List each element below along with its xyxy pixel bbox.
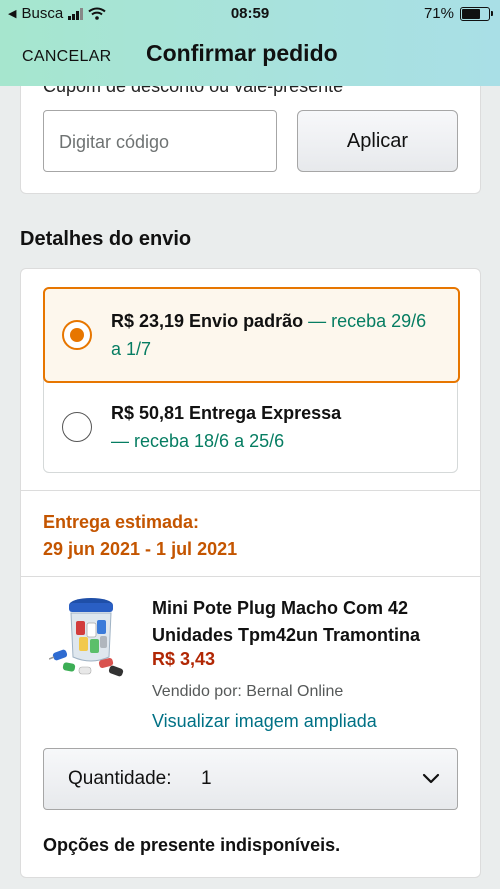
gift-options-note: Opções de presente indisponíveis. <box>43 835 341 855</box>
shipping-option-express-text: R$ 50,81 Entrega Expressa — receba 18/6 … <box>111 399 441 455</box>
product-price: R$ 3,43 <box>152 649 216 669</box>
battery-icon <box>460 6 493 21</box>
quantity-value: 1 <box>201 768 212 789</box>
product-seller: Vendido por: Bernal Online <box>152 683 344 700</box>
estimated-delivery-dates: 29 jun 2021 - 1 jul 2021 <box>43 539 238 559</box>
page-title: Confirmar pedido <box>146 40 338 66</box>
divider <box>21 490 480 491</box>
express-eta: — receba 18/6 a 25/6 <box>111 431 285 451</box>
coupon-code-input[interactable]: Digitar código <box>43 110 277 172</box>
divider <box>21 576 480 577</box>
apply-coupon-button[interactable]: Aplicar <box>297 110 458 172</box>
quantity-label: Quantidade: <box>68 768 172 789</box>
battery-status: 71% <box>423 5 493 22</box>
express-price-name: R$ 50,81 Entrega Expressa <box>111 403 342 423</box>
chevron-down-icon <box>422 773 440 784</box>
nav-header: CANCELAR Confirmar pedido <box>0 28 500 86</box>
quantity-dropdown[interactable]: Quantidade: 1 <box>43 748 458 810</box>
estimated-delivery-label: Entrega estimada: <box>43 512 200 532</box>
shipping-option-standard[interactable]: R$ 23,19 Envio padrão — receba 29/6 a 1/… <box>43 287 460 383</box>
coupon-card: Cupom de desconto ou vale-presente Digit… <box>20 86 481 194</box>
estimated-delivery: Entrega estimada: 29 jun 2021 - 1 jul 20… <box>43 509 237 563</box>
radio-selected-icon[interactable] <box>62 320 92 350</box>
product-thumbnail[interactable] <box>49 593 129 683</box>
shipping-options: R$ 23,19 Envio padrão — receba 29/6 a 1/… <box>43 287 460 474</box>
battery-percent: 71% <box>423 5 454 22</box>
radio-unselected-icon[interactable] <box>62 412 92 442</box>
coupon-label: Cupom de desconto ou vale-presente <box>43 86 344 96</box>
shipping-option-standard-text: R$ 23,19 Envio padrão — receba 29/6 a 1/… <box>111 307 441 363</box>
cancel-button[interactable]: CANCELAR <box>22 48 112 66</box>
shipping-card: R$ 23,19 Envio padrão — receba 29/6 a 1/… <box>20 268 481 878</box>
shipping-option-express[interactable]: R$ 50,81 Entrega Expressa — receba 18/6 … <box>44 383 459 474</box>
status-bar: ◀ Busca 08:59 71% <box>0 0 500 28</box>
view-larger-image-link[interactable]: Visualizar imagem ampliada <box>152 711 377 732</box>
shipping-section-title: Detalhes do envio <box>20 228 192 250</box>
product-title[interactable]: Mini Pote Plug Macho Com 42 Unidades Tpm… <box>152 595 472 649</box>
standard-price-name: R$ 23,19 Envio padrão <box>111 311 304 331</box>
